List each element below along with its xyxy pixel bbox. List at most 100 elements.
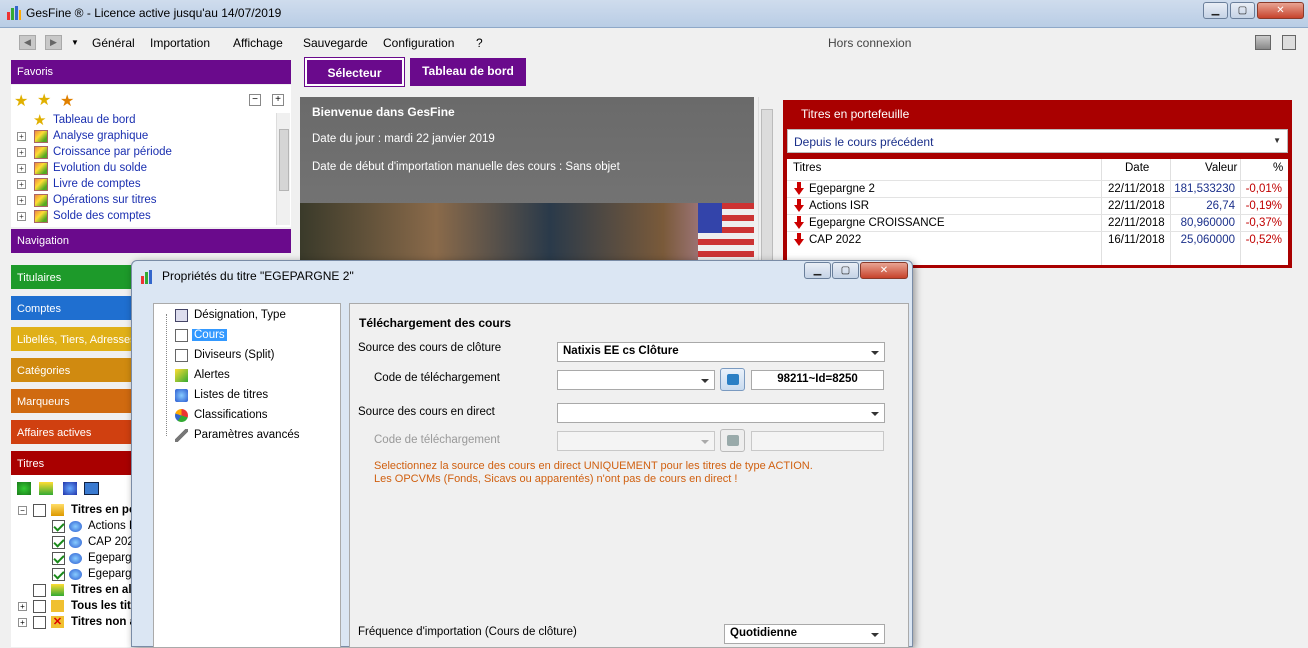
- menu-sauvegarde[interactable]: Sauvegarde: [303, 36, 368, 50]
- chart-folder-icon: [34, 130, 48, 143]
- inactive-folder-icon: ✕: [51, 616, 64, 628]
- maximize-button[interactable]: ▢: [1230, 2, 1255, 19]
- section-libelles[interactable]: Libellés, Tiers, Adresses: [11, 327, 136, 351]
- expand-icon[interactable]: +: [18, 602, 27, 611]
- add-title-icon[interactable]: [17, 482, 31, 495]
- collapse-icon[interactable]: −: [18, 506, 27, 515]
- down-arrow-icon: [794, 199, 804, 212]
- expand-icon[interactable]: +: [17, 212, 26, 221]
- favoris-header[interactable]: Favoris: [11, 60, 291, 84]
- favoris-list: ★ Tableau de bord + Analyse graphique + Cr…: [11, 112, 291, 225]
- expand-icon[interactable]: +: [17, 148, 26, 157]
- welcome-title: Bienvenue dans GesFine: [312, 105, 455, 119]
- star-add-icon[interactable]: ★: [14, 91, 28, 111]
- chart-folder-icon: [34, 194, 48, 207]
- favoris-scrollbar[interactable]: [276, 113, 290, 225]
- download-code-label: Code de téléchargement: [374, 372, 500, 384]
- portfolio-title: Titres en portefeuille: [801, 107, 910, 121]
- alert-folder-icon: [51, 584, 64, 596]
- star-delete-icon[interactable]: ★: [60, 91, 74, 111]
- menu-bar: ◀ ▶ ▼ Général Importation Affichage Sauv…: [0, 29, 1308, 56]
- globe-icon: [69, 553, 82, 564]
- checkbox[interactable]: [52, 536, 65, 549]
- expand-icon[interactable]: +: [18, 618, 27, 627]
- calculator-icon[interactable]: [1282, 35, 1296, 50]
- portfolio-table: Titres Date Valeur % Egepargne 2 22/11/2…: [787, 159, 1288, 265]
- checkbox[interactable]: [52, 568, 65, 581]
- menu-affichage[interactable]: Affichage: [233, 36, 283, 50]
- import-start-date: Date de début d'importation manuelle des…: [312, 161, 620, 173]
- download-code-input[interactable]: 98211~Id=8250: [751, 370, 884, 390]
- print-icon[interactable]: [1255, 35, 1271, 50]
- refresh-code-button[interactable]: [720, 368, 745, 391]
- menu-configuration[interactable]: Configuration: [383, 36, 454, 50]
- titles-tree: − Titres en po Actions ISR CAP 2022 Egepa…: [11, 475, 148, 647]
- live-code-input: [751, 431, 884, 451]
- col-header-valeur[interactable]: Valeur: [1205, 162, 1237, 174]
- table-row[interactable]: Egepargne 2 22/11/2018 181,533230 -0,01%: [787, 180, 1288, 197]
- add-list-icon[interactable]: [39, 482, 53, 495]
- chart-folder-icon: [34, 146, 48, 159]
- expand-icon[interactable]: +: [17, 164, 26, 173]
- table-row[interactable]: CAP 2022 16/11/2018 25,060000 -0,52%: [787, 231, 1288, 248]
- checkbox[interactable]: [52, 520, 65, 533]
- forward-arrow-icon[interactable]: ▶: [45, 35, 62, 50]
- menu-help[interactable]: ?: [476, 36, 483, 50]
- note-line-2: Les OPCVMs (Fonds, Sicavs ou apparentés)…: [374, 473, 738, 485]
- period-select[interactable]: Depuis le cours précédent ▼: [787, 129, 1288, 153]
- expand-icon[interactable]: +: [17, 180, 26, 189]
- globe-icon[interactable]: [63, 482, 77, 495]
- checkbox[interactable]: [33, 616, 46, 629]
- section-categories[interactable]: Catégories: [11, 358, 136, 382]
- frequency-select[interactable]: Quotidienne: [724, 624, 885, 644]
- window-titlebar: GesFine ® - Licence active jusqu'au 14/0…: [0, 0, 1308, 28]
- gesfine-logo-icon: [7, 6, 21, 20]
- dialog-close-button[interactable]: ✕: [860, 262, 908, 279]
- selector-button[interactable]: Sélecteur: [304, 57, 405, 87]
- checkbox[interactable]: [33, 584, 46, 597]
- window-title: GesFine ® - Licence active jusqu'au 14/0…: [26, 6, 282, 20]
- section-titulaires[interactable]: Titulaires: [11, 265, 136, 289]
- back-arrow-icon[interactable]: ◀: [19, 35, 36, 50]
- dialog-minimize-button[interactable]: ▁: [804, 262, 831, 279]
- dialog-maximize-button[interactable]: ▢: [832, 262, 859, 279]
- chart-folder-icon: [34, 162, 48, 175]
- minimize-button[interactable]: ▁: [1203, 2, 1228, 19]
- checkbox[interactable]: [52, 552, 65, 565]
- menu-importation[interactable]: Importation: [150, 36, 210, 50]
- refresh-icon: [727, 374, 739, 385]
- down-arrow-icon: [794, 216, 804, 229]
- expand-icon[interactable]: +: [17, 132, 26, 141]
- grid-view-icon[interactable]: [84, 482, 99, 495]
- col-header-date[interactable]: Date: [1125, 162, 1149, 174]
- menu-general[interactable]: Général: [92, 36, 135, 50]
- closing-source-select[interactable]: Natixis EE cs Clôture: [557, 342, 885, 362]
- section-affaires[interactable]: Affaires actives: [11, 420, 136, 444]
- tools-icon: [175, 429, 188, 442]
- close-button[interactable]: ✕: [1257, 2, 1304, 19]
- globe-icon: [69, 537, 82, 548]
- table-row[interactable]: Egepargne CROISSANCE 22/11/2018 80,96000…: [787, 214, 1288, 231]
- dashboard-button[interactable]: Tableau de bord: [410, 58, 526, 86]
- live-source-select[interactable]: [557, 403, 885, 423]
- section-comptes[interactable]: Comptes: [11, 296, 136, 320]
- collapse-all-icon[interactable]: −: [249, 94, 261, 106]
- download-code-select[interactable]: [557, 370, 715, 390]
- cours-panel: Téléchargement des cours Source des cour…: [349, 303, 909, 648]
- settings-icon: [175, 309, 188, 322]
- expand-icon[interactable]: +: [17, 196, 26, 205]
- frequency-label: Fréquence d'importation (Cours de clôtur…: [358, 626, 577, 638]
- star-edit-icon[interactable]: ★: [37, 90, 51, 110]
- section-titres[interactable]: Titres: [11, 451, 136, 475]
- navigation-header[interactable]: Navigation: [11, 229, 291, 253]
- col-header-titres[interactable]: Titres: [793, 162, 821, 174]
- col-header-pct[interactable]: %: [1273, 162, 1283, 174]
- table-row[interactable]: Actions ISR 22/11/2018 26,74 -0,19%: [787, 197, 1288, 214]
- checkbox[interactable]: [33, 504, 46, 517]
- connection-status: Hors connexion: [828, 36, 912, 50]
- split-icon: [175, 349, 188, 362]
- history-dropdown-icon[interactable]: ▼: [71, 38, 79, 47]
- checkbox[interactable]: [33, 600, 46, 613]
- section-marqueurs[interactable]: Marqueurs: [11, 389, 136, 413]
- expand-all-icon[interactable]: +: [272, 94, 284, 106]
